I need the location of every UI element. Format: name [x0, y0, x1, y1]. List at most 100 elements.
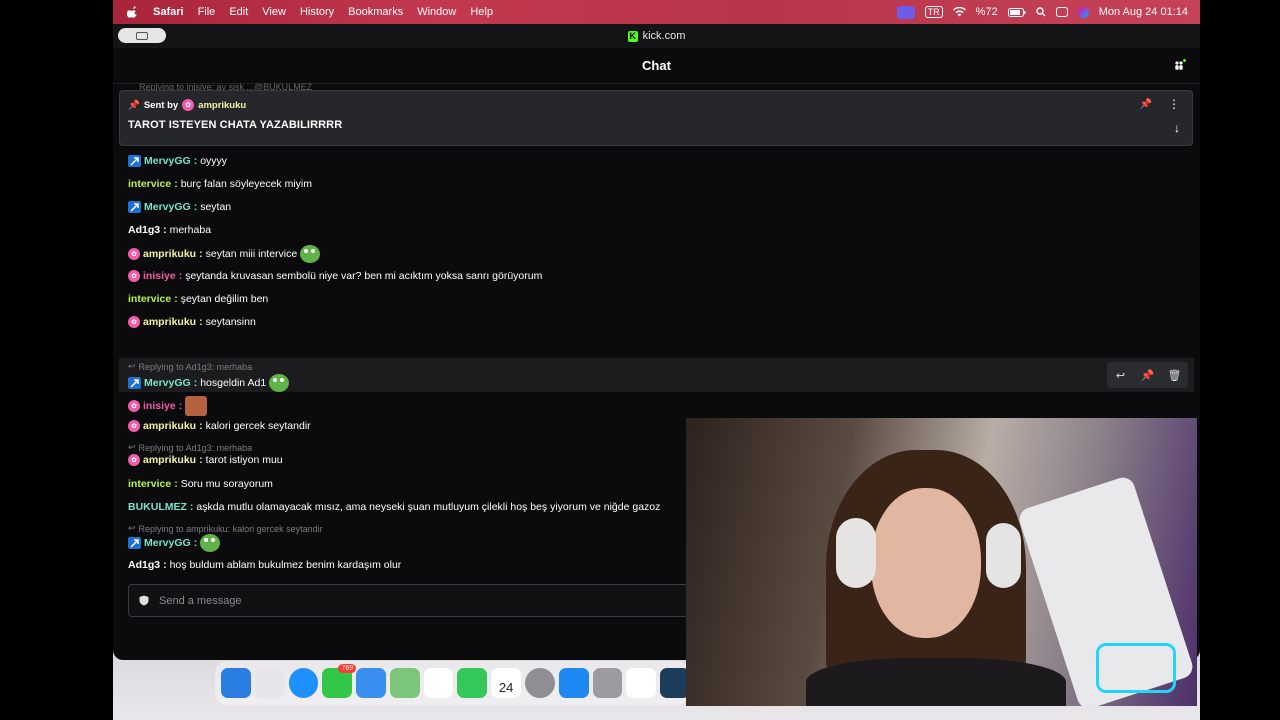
menu-help[interactable]: Help	[470, 6, 493, 18]
app-store-icon[interactable]	[558, 668, 589, 698]
control-center-icon[interactable]	[1055, 7, 1068, 17]
menu-file[interactable]: File	[198, 6, 216, 18]
unpin-icon[interactable]: 📌	[1140, 99, 1152, 110]
chat-username[interactable]: MervyGG	[144, 377, 191, 389]
screen: Safari File Edit View History Bookmarks …	[0, 0, 1280, 720]
chat-username[interactable]: amprikuku	[143, 316, 196, 328]
chat-username[interactable]: amprikuku	[143, 454, 196, 466]
pin-message-icon[interactable]: 📌	[1134, 362, 1161, 388]
maps-icon[interactable]	[389, 668, 420, 698]
chat-message[interactable]: ✿ inisiye:	[128, 396, 208, 416]
chat-message[interactable]: BUKULMEZ: aşkda mutlu olamayacak mısız, …	[128, 501, 660, 513]
chat-username[interactable]: intervice	[128, 178, 171, 190]
siri-icon[interactable]	[1077, 6, 1089, 18]
screen-mirroring-icon[interactable]	[896, 5, 915, 19]
facetime-icon[interactable]	[457, 668, 488, 698]
menu-edit[interactable]: Edit	[229, 6, 248, 18]
macos-menubar: Safari File Edit View History Bookmarks …	[113, 0, 1200, 24]
menu-app-name[interactable]: Safari	[153, 6, 184, 18]
chat-username[interactable]: MervyGG	[144, 155, 191, 167]
chat-text: Soru mu sorayorum	[180, 478, 273, 490]
messages-badge: 769	[338, 664, 357, 673]
chat-username[interactable]: BUKULMEZ	[128, 501, 187, 513]
username-colon: :	[193, 377, 198, 389]
chatters-icon[interactable]	[1174, 59, 1186, 71]
reply-text: Replying to Ad1g3: merhaba	[138, 442, 253, 453]
chat-message[interactable]: ✿ amprikuku: seytan miii intervice	[128, 245, 321, 263]
more-options-icon[interactable]: ⋮	[1168, 97, 1180, 111]
pink-badge-icon: ✿	[128, 454, 140, 466]
delete-icon[interactable]: 🗑	[1161, 362, 1188, 388]
expand-down-icon[interactable]: ↓	[1174, 121, 1180, 135]
chat-username[interactable]: Ad1g3	[128, 559, 160, 571]
calendar-icon[interactable]: 24	[491, 668, 522, 698]
chat-message[interactable]: intervice: Soru mu sorayorum	[128, 478, 273, 490]
chat-text: burç falan söyleyecek miyim	[180, 178, 312, 190]
username-colon: :	[193, 155, 198, 167]
system-settings-icon[interactable]	[525, 668, 555, 698]
launchpad-icon[interactable]	[254, 668, 285, 698]
address-bar[interactable]: K kick.com	[627, 30, 685, 42]
pinned-message[interactable]: 📌 Sent by ✿ amprikuku TAROT ISTEYEN CHAT…	[119, 90, 1193, 146]
safari-icon[interactable]	[288, 668, 319, 698]
chat-text: şeytanda kruvasan sembolü niye var? ben …	[185, 270, 543, 282]
chat-message[interactable]: intervice: burç falan söyleyecek miyim	[128, 178, 312, 190]
menu-window[interactable]: Window	[417, 6, 456, 18]
search-icon[interactable]	[1036, 7, 1046, 17]
chat-text: tarot istiyon muu	[205, 454, 283, 466]
menu-bookmarks[interactable]: Bookmarks	[348, 6, 403, 18]
apple-icon[interactable]	[127, 6, 139, 18]
left-bezel	[0, 0, 113, 720]
chat-username[interactable]: MervyGG	[144, 201, 191, 213]
chat-message[interactable]: ✿ amprikuku: kalori gercek seytandir	[128, 420, 311, 432]
reply-text: Replying to Ad1g3: merhaba	[138, 361, 253, 372]
sidebar-toggle-button[interactable]	[118, 28, 166, 43]
chat-message[interactable]: intervice: şeytan değilim ben	[128, 293, 268, 305]
chat-username[interactable]: MervyGG	[144, 537, 191, 549]
chat-message[interactable]: MervyGG:	[128, 534, 221, 552]
menu-view[interactable]: View	[262, 6, 286, 18]
chat-message[interactable]: MervyGG: oyyyy	[128, 155, 227, 167]
wifi-icon[interactable]	[952, 7, 966, 17]
pinned-sent-by-label: Sent by	[143, 99, 179, 111]
reply-icon[interactable]: ↩	[1107, 362, 1134, 388]
menubar-clock[interactable]: Mon Aug 24 01:14	[1099, 6, 1188, 18]
chat-username[interactable]: inisiye	[143, 400, 176, 412]
webcam-headphones-right	[986, 523, 1021, 588]
chat-username[interactable]: intervice	[128, 293, 171, 305]
username-colon: :	[199, 316, 203, 328]
chat-message[interactable]: ✿ amprikuku: tarot istiyon muu	[128, 454, 283, 466]
contacts-icon[interactable]	[592, 668, 623, 698]
chat-message[interactable]: Ad1g3: hoş buldum ablam bukulmez benim k…	[128, 559, 401, 571]
pinned-sender[interactable]: amprikuku	[198, 100, 246, 111]
photos-icon[interactable]	[423, 668, 454, 698]
input-source-badge[interactable]: TR	[924, 6, 943, 18]
chat-username[interactable]: amprikuku	[143, 420, 196, 432]
webcam-person-face	[871, 488, 981, 638]
pepe-emote-icon	[300, 245, 321, 263]
chat-text: hosgeldin Ad1	[200, 377, 267, 389]
chat-message[interactable]: ✿ amprikuku: seytansinn	[128, 316, 256, 328]
chat-text: oyyyy	[200, 155, 228, 167]
chat-username[interactable]: amprikuku	[143, 248, 196, 260]
chat-username[interactable]: intervice	[128, 478, 171, 490]
battery-percent[interactable]: %72	[976, 6, 998, 18]
reminders-icon[interactable]	[626, 668, 657, 698]
chat-message[interactable]: Ad1g3: merhaba	[128, 224, 211, 236]
username-colon: :	[178, 400, 183, 412]
chat-message[interactable]: ✿ inisiye: şeytanda kruvasan sembolü niy…	[128, 270, 542, 282]
chat-username[interactable]: Ad1g3	[128, 224, 160, 236]
mail-icon[interactable]	[356, 668, 386, 698]
username-colon: :	[174, 293, 178, 305]
battery-icon[interactable]	[1007, 7, 1026, 17]
chat-message[interactable]: MervyGG: hosgeldin Ad1	[128, 374, 290, 392]
shield-icon[interactable]	[139, 595, 149, 606]
safari-toolbar: K kick.com	[113, 24, 1200, 48]
username-colon: :	[193, 201, 198, 213]
chat-message[interactable]: MervyGG: seytan	[128, 201, 231, 213]
menu-history[interactable]: History	[300, 6, 334, 18]
finder-icon[interactable]	[221, 668, 251, 698]
messages-icon[interactable]: 769	[322, 664, 357, 698]
chat-username[interactable]: inisiye	[143, 270, 176, 282]
macos-dock: 769 24	[215, 661, 690, 705]
